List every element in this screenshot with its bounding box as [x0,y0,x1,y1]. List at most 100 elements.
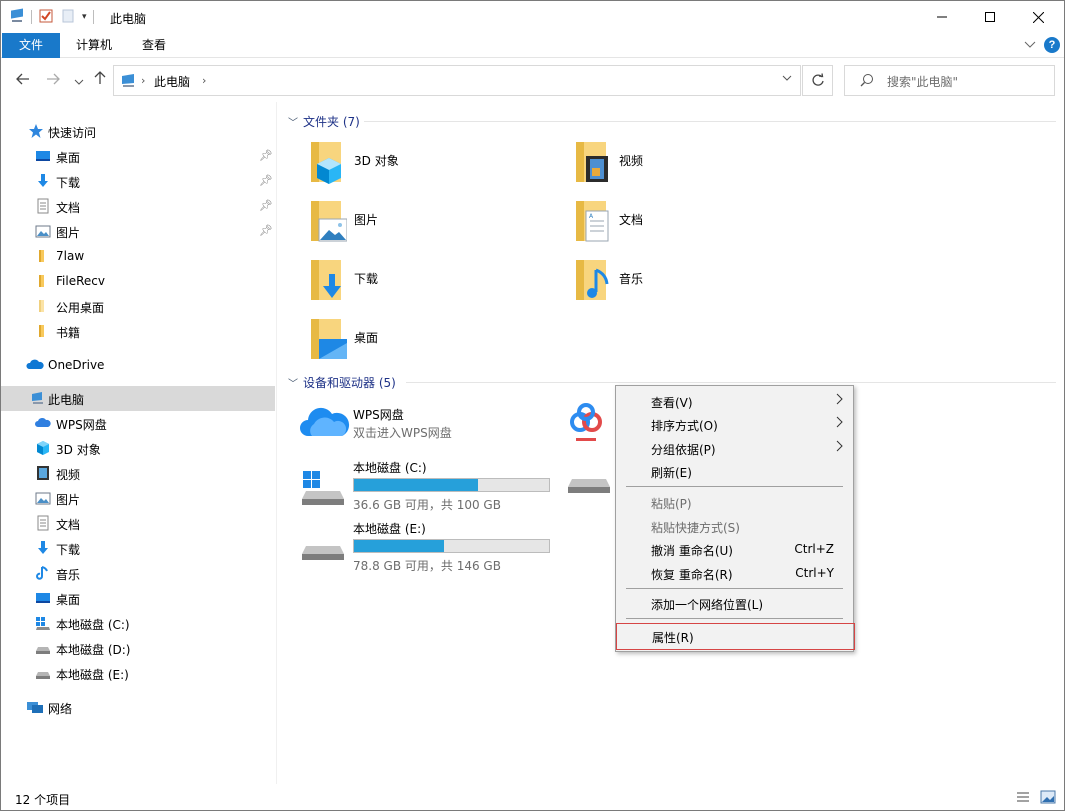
windows-drive-icon [35,615,51,631]
folder-downloads[interactable]: 下载 [307,256,547,312]
pin-icon[interactable]: 📌︎ [259,224,273,237]
properties-icon[interactable] [38,8,54,27]
sidebar-item-documents-pc[interactable]: 文档 [1,511,275,536]
tab-view[interactable]: 查看 [133,33,175,58]
sidebar-item-label: 本地磁盘 (E:) [56,668,129,682]
breadcrumb-this-pc[interactable]: 此电脑 [154,73,190,90]
sidebar-item-drive-e[interactable]: 本地磁盘 (E:) [1,661,275,686]
device-subtitle: 36.6 GB 可用，共 100 GB [353,498,501,512]
menu-item-group-by[interactable]: 分组依据(P) [618,437,851,460]
forward-button[interactable] [43,70,63,90]
recent-locations-dropdown[interactable] [69,70,89,90]
minimize-button[interactable] [919,1,965,33]
collapse-chevron-icon[interactable]: ﹀ [288,375,298,390]
device-name: WPS网盘 [353,408,404,422]
submenu-arrow-icon [836,393,843,408]
sidebar-item-7law[interactable]: 7law [1,244,275,269]
pin-icon[interactable]: 📌︎ [259,174,273,187]
desktop-icon [35,590,51,606]
search-box[interactable]: 搜索"此电脑" [844,65,1055,96]
new-folder-icon[interactable] [60,8,76,27]
group-header-folders[interactable]: ﹀ 文件夹 (7) [288,112,360,130]
device-name: 本地磁盘 (C:) [353,461,427,475]
wps-cloud-icon [300,404,350,443]
large-icons-view-icon[interactable] [1040,790,1056,807]
sidebar-item-3d-objects[interactable]: 3D 对象 [1,436,275,461]
folder-videos[interactable]: 视频 [572,138,812,194]
sidebar-item-pictures[interactable]: 图片 📌︎ [1,219,275,244]
sidebar-item-this-pc[interactable]: 此电脑 [1,386,275,411]
item-count: 12 个项目 [15,793,71,807]
menu-item-label: 刷新(E) [651,466,692,480]
folder-label: 3D 对象 [354,154,399,168]
sidebar-item-drive-c[interactable]: 本地磁盘 (C:) [1,611,275,636]
menu-item-refresh[interactable]: 刷新(E) [618,460,851,483]
sidebar-item-pictures-pc[interactable]: 图片 [1,486,275,511]
menu-item-redo-rename[interactable]: 恢复 重命名(R) Ctrl+Y [618,562,851,585]
help-icon[interactable]: ? [1044,37,1060,53]
sidebar-item-onedrive[interactable]: OneDrive [1,353,275,378]
breadcrumb-chevron-icon[interactable]: › [141,74,145,87]
up-button[interactable] [90,70,110,90]
folder-music[interactable]: 音乐 [572,256,812,312]
folder-icon [35,273,51,289]
tab-file[interactable]: 文件 [2,33,60,58]
sidebar-item-quick-access[interactable]: 快速访问 [1,119,275,144]
menu-item-paste[interactable]: 粘贴(P) [618,491,851,514]
address-history-dropdown-icon[interactable] [782,73,792,84]
customize-toolbar-dropdown-icon[interactable]: ▾ [82,12,87,22]
sidebar-item-drive-d[interactable]: 本地磁盘 (D:) [1,636,275,661]
pin-icon[interactable]: 📌︎ [259,149,273,162]
group-header-devices[interactable]: ﹀ 设备和驱动器 (5) [288,373,396,391]
menu-item-add-network-location[interactable]: 添加一个网络位置(L) [618,592,851,615]
device-wps-cloud[interactable]: WPS网盘 双击进入WPS网盘 [300,404,570,460]
close-button[interactable] [1015,1,1061,33]
address-bar[interactable]: › 此电脑 › [113,65,801,96]
sidebar-item-music[interactable]: 音乐 [1,561,275,586]
sidebar-item-wps-drive[interactable]: WPS网盘 [1,411,275,436]
refresh-button[interactable] [802,65,833,96]
menu-item-view[interactable]: 查看(V) [618,390,851,413]
sidebar-item-desktop-pc[interactable]: 桌面 [1,586,275,611]
menu-item-properties[interactable]: 属性(R) [616,623,855,650]
menu-item-sort-by[interactable]: 排序方式(O) [618,413,851,436]
pin-icon[interactable]: 📌︎ [259,199,273,212]
folder-pictures[interactable]: 图片 [307,197,547,253]
window-title: 此电脑 [110,12,147,26]
tab-computer[interactable]: 计算机 [69,33,119,58]
sidebar-item-desktop[interactable]: 桌面 📌︎ [1,144,275,169]
sidebar-item-videos[interactable]: 视频 [1,461,275,486]
sidebar-item-downloads-pc[interactable]: 下载 [1,536,275,561]
device-drive-c[interactable]: 本地磁盘 (C:) 36.6 GB 可用，共 100 GB [300,459,570,515]
device-drive-d[interactable] [566,475,612,505]
device-name: 本地磁盘 (E:) [353,522,426,536]
menu-item-undo-rename[interactable]: 撤消 重命名(U) Ctrl+Z [618,538,851,561]
maximize-button[interactable] [967,1,1013,33]
sidebar-item-public-desktop[interactable]: 公用桌面 [1,294,275,319]
menu-item-paste-shortcut[interactable]: 粘贴快捷方式(S) [618,515,851,538]
back-button[interactable] [13,70,33,90]
folder-label: 文档 [619,213,644,227]
sidebar-item-downloads[interactable]: 下载 📌︎ [1,169,275,194]
menu-item-label: 添加一个网络位置(L) [651,598,764,612]
breadcrumb-chevron-icon[interactable]: › [202,74,206,87]
device-cloud-app[interactable] [566,398,606,446]
sidebar-item-documents[interactable]: 文档 📌︎ [1,194,275,219]
sidebar-item-filerecv[interactable]: FileRecv [1,269,275,294]
device-subtitle: 双击进入WPS网盘 [353,426,452,440]
folder-documents[interactable]: A 文档 [572,197,812,253]
collapse-chevron-icon[interactable]: ﹀ [288,114,298,129]
expand-ribbon-icon[interactable] [1024,39,1036,52]
sidebar-item-label: 图片 [56,226,81,240]
folder-desktop[interactable]: 桌面 [307,315,547,371]
details-view-icon[interactable] [1016,790,1030,807]
sidebar-item-label: 下载 [56,543,81,557]
device-drive-e[interactable]: 本地磁盘 (E:) 78.8 GB 可用，共 146 GB [300,520,570,576]
folder-3d-objects[interactable]: 3D 对象 [307,138,547,194]
folder-label: 下载 [354,272,379,286]
sidebar-item-books[interactable]: 书籍 [1,319,275,344]
sidebar-item-network[interactable]: 网络 [1,695,275,720]
star-icon [28,123,44,139]
file-explorer-window: ▾ 此电脑 文件 计算机 查看 ? › 此电脑 › 搜索"此电脑" 快速访问 桌… [0,0,1065,811]
this-pc-icon[interactable] [9,8,25,27]
